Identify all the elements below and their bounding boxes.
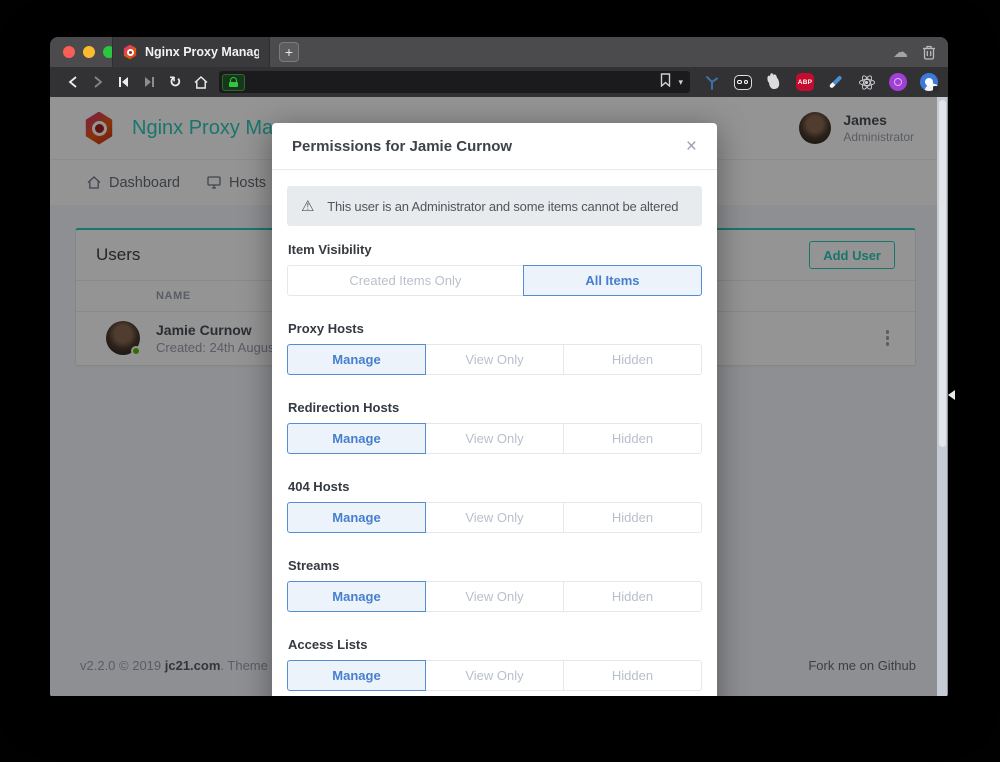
url-input[interactable]	[245, 71, 660, 93]
redirection-hosts-group: Manage View Only Hidden	[287, 423, 702, 454]
proxy-hosts-group: Manage View Only Hidden	[287, 344, 702, 375]
window-controls	[63, 46, 115, 58]
modal-title: Permissions for Jamie Curnow	[292, 138, 512, 155]
access-lists-hidden[interactable]: Hidden	[563, 660, 702, 691]
scrollbar-thumb[interactable]	[939, 100, 946, 447]
proxy-hosts-hidden[interactable]: Hidden	[563, 344, 702, 375]
browser-toolbar: ↻ ▾ ABP	[50, 67, 948, 97]
404-hosts-hidden[interactable]: Hidden	[563, 502, 702, 533]
minimize-window-button[interactable]	[83, 46, 95, 58]
sync-cloud-icon[interactable]: ☁	[893, 43, 908, 61]
extension-adblock-plus-icon[interactable]: ABP	[796, 73, 814, 91]
streams-view-only[interactable]: View Only	[425, 581, 564, 612]
extension-purple-mask-icon[interactable]	[889, 73, 907, 91]
https-lock-icon[interactable]	[222, 74, 245, 91]
redirection-hosts-view-only[interactable]: View Only	[425, 423, 564, 454]
modal-close-button[interactable]: ×	[686, 140, 697, 154]
404-hosts-manage[interactable]: Manage	[287, 502, 426, 533]
streams-hidden[interactable]: Hidden	[563, 581, 702, 612]
item-visibility-label: Item Visibility	[288, 242, 701, 257]
rewind-button[interactable]	[111, 67, 137, 97]
tab-title: Nginx Proxy Manager	[145, 45, 259, 59]
proxy-hosts-label: Proxy Hosts	[288, 321, 701, 336]
home-button[interactable]	[188, 67, 214, 97]
extension-strip: ABP	[703, 73, 938, 91]
404-hosts-view-only[interactable]: View Only	[425, 502, 564, 533]
proxy-hosts-view-only[interactable]: View Only	[425, 344, 564, 375]
bookmark-icon[interactable]	[660, 73, 671, 92]
404-hosts-label: 404 Hosts	[288, 479, 701, 494]
page-viewport: Nginx Proxy Manager James Administrator …	[50, 97, 948, 696]
bookmark-dropdown-icon[interactable]: ▾	[678, 77, 683, 88]
admin-warning-alert: ⚠ This user is an Administrator and some…	[287, 186, 702, 226]
back-button[interactable]	[60, 67, 86, 97]
browser-titlebar: Nginx Proxy Manager + ☁	[50, 37, 948, 67]
forward-button[interactable]	[86, 67, 112, 97]
redirection-hosts-hidden[interactable]: Hidden	[563, 423, 702, 454]
browser-window: Nginx Proxy Manager + ☁ ↻	[50, 37, 948, 696]
tab-favicon	[123, 45, 137, 60]
extension-eyedropper-icon[interactable]	[827, 73, 845, 91]
redirection-hosts-manage[interactable]: Manage	[287, 423, 426, 454]
streams-manage[interactable]: Manage	[287, 581, 426, 612]
access-lists-manage[interactable]: Manage	[287, 660, 426, 691]
access-lists-view-only[interactable]: View Only	[425, 660, 564, 691]
extension-gnome-foot-icon[interactable]	[765, 73, 783, 91]
fast-forward-button[interactable]	[137, 67, 163, 97]
close-window-button[interactable]	[63, 46, 75, 58]
access-lists-group: Manage View Only Hidden	[287, 660, 702, 691]
access-lists-label: Access Lists	[288, 637, 701, 652]
permissions-modal: Permissions for Jamie Curnow × ⚠ This us…	[272, 123, 717, 696]
item-visibility-group: Created Items Only All Items	[287, 265, 702, 296]
option-all-items[interactable]: All Items	[523, 265, 702, 296]
warning-icon: ⚠	[301, 197, 314, 215]
reload-button[interactable]: ↻	[162, 67, 188, 97]
trash-icon[interactable]	[922, 44, 936, 60]
alert-text: This user is an Administrator and some i…	[327, 199, 678, 214]
proxy-hosts-manage[interactable]: Manage	[287, 344, 426, 375]
404-hosts-group: Manage View Only Hidden	[287, 502, 702, 533]
page-scrollbar[interactable]	[937, 97, 947, 696]
extension-goggles-icon[interactable]	[734, 73, 752, 91]
option-created-items-only[interactable]: Created Items Only	[287, 265, 524, 296]
streams-group: Manage View Only Hidden	[287, 581, 702, 612]
extension-privacy-pie-icon[interactable]	[920, 73, 938, 91]
address-bar[interactable]: ▾	[219, 71, 690, 93]
streams-label: Streams	[288, 558, 701, 573]
extension-atom-icon[interactable]	[858, 73, 876, 91]
redirection-hosts-label: Redirection Hosts	[288, 400, 701, 415]
browser-tab[interactable]: Nginx Proxy Manager	[112, 37, 270, 67]
new-tab-button[interactable]: +	[279, 42, 299, 62]
extension-branch-fork-icon[interactable]	[703, 73, 721, 91]
